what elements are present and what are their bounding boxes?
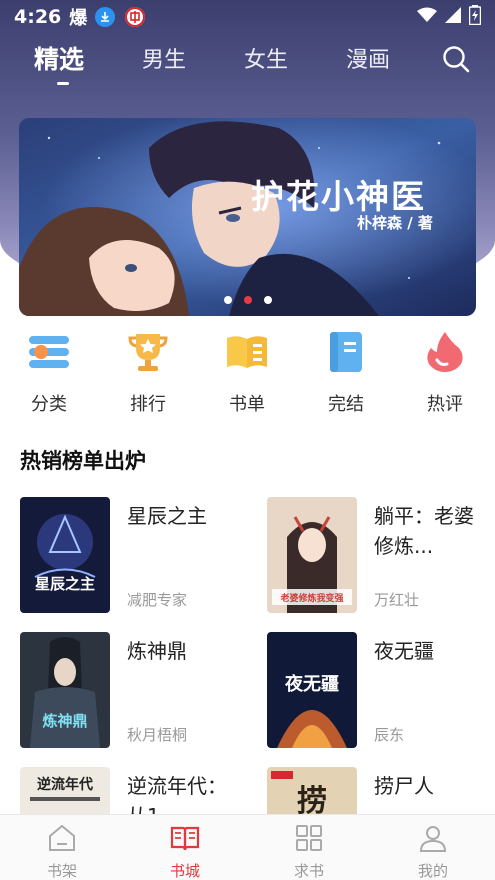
top-tab-bar: 精选 男生 女生 漫画 [0,38,495,88]
cover-title: 老婆修炼我变强 [279,592,343,604]
carousel-dot-active[interactable] [243,296,252,304]
tab-male[interactable]: 男生 [142,42,186,74]
banner-author: 朴梓森 / 著 [357,214,433,232]
book-cover: 炼神鼎 [20,632,110,748]
bottom-navigation: 书架 书城 求书 我的 [0,814,495,880]
cover-title: 夜无疆 [284,673,339,695]
book-list-icon [227,336,267,368]
flame-icon [427,332,463,372]
app-notification-icon [125,7,146,27]
promo-banner[interactable]: 护花小神医 朴梓森 / 著 [19,118,476,316]
category-label: 热评 [427,394,463,415]
book-cover: 老婆修炼我变强 [267,497,357,613]
book-title: 捞尸人 [374,774,434,798]
signal-icon [445,6,461,28]
carousel-dot[interactable] [263,296,272,304]
tab-featured[interactable]: 精选 [34,40,84,76]
nav-label: 书城 [169,862,200,880]
book-item[interactable]: 老婆修炼我变强 躺平：老婆修炼... 万红壮 [267,497,495,613]
book-item[interactable]: 星辰之主 星辰之主 减肥专家 [20,497,250,613]
book-cover: 星辰之主 [20,497,110,613]
search-icon[interactable] [441,44,471,74]
nav-label: 我的 [417,862,448,880]
category-item-hot-reviews[interactable]: 热评 [400,330,490,416]
book-author: 减肥专家 [127,591,188,609]
carousel-dot[interactable] [223,296,232,304]
book-title: 躺平：老婆修炼... [374,504,474,558]
status-notification-text: 爆 [69,8,88,29]
bookstore-icon [170,826,200,851]
active-tab-indicator [57,82,69,85]
cover-title: 星辰之主 [35,575,95,593]
category-label: 分类 [31,394,67,415]
finished-book-icon [330,332,362,372]
status-time: 4:26 [14,6,62,28]
profile-icon [419,826,447,852]
nav-request-book[interactable]: 求书 [264,823,354,880]
nav-profile[interactable]: 我的 [388,823,478,880]
battery-icon [468,4,482,30]
book-item[interactable]: 夜无疆 夜无疆 辰东 [267,632,495,748]
trophy-icon [128,334,168,371]
book-title: 夜无疆 [374,639,434,663]
category-icon [29,336,69,368]
section-title: 热销榜单出炉 [20,449,146,473]
book-item[interactable]: 炼神鼎 炼神鼎 秋月梧桐 [20,632,250,748]
category-item-ranking[interactable]: 排行 [103,330,193,416]
category-shortcuts: 分类 排行 书单 完结 热评 [0,330,495,415]
book-author: 辰东 [374,726,405,744]
category-label: 完结 [328,394,364,415]
status-bar: 4:26 爆 [0,0,495,34]
category-item-classify[interactable]: 分类 [4,330,94,416]
book-author: 万红壮 [374,591,420,609]
bookshelf-icon [49,824,75,851]
nav-label: 求书 [293,862,324,880]
book-cover: 夜无疆 [267,632,357,748]
category-item-finished[interactable]: 完结 [301,330,391,416]
category-label: 排行 [130,394,166,415]
wifi-icon [417,6,437,28]
banner-title: 护花小神医 [251,177,426,216]
category-label: 书单 [229,394,265,415]
book-author: 秋月梧桐 [127,726,188,744]
download-icon [95,7,116,27]
nav-bookstore[interactable]: 书城 [140,823,230,880]
cover-title: 炼神鼎 [42,712,87,730]
carousel-dots [19,296,476,304]
tab-comics[interactable]: 漫画 [346,42,390,74]
tab-female[interactable]: 女生 [244,42,288,74]
cover-title: 逆流年代 [37,776,93,793]
nav-bookshelf[interactable]: 书架 [17,823,107,880]
request-book-icon [296,825,322,851]
book-title: 炼神鼎 [127,639,187,663]
book-title: 星辰之主 [127,504,207,528]
nav-label: 书架 [46,862,77,880]
category-item-booklist[interactable]: 书单 [202,330,292,416]
